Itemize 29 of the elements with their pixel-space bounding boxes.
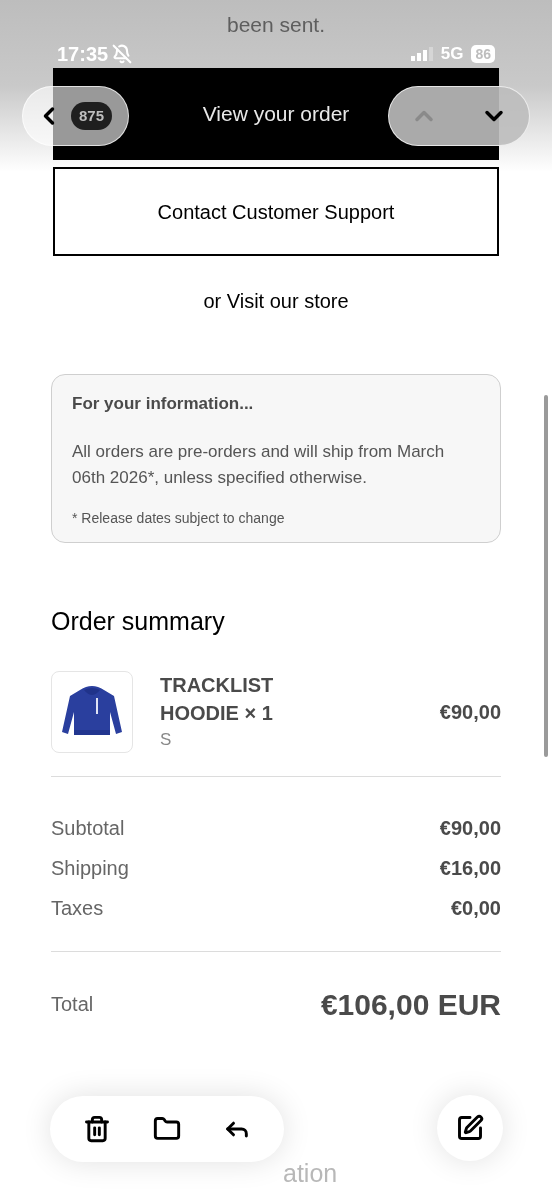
visit-store-link[interactable]: or Visit our store [203, 286, 349, 316]
info-note: * Release dates subject to change [72, 508, 286, 528]
status-time: 17:35 [57, 42, 109, 67]
info-text: All orders are pre-orders and will ship from March 06th 2026*, unless specified otherwise. [72, 440, 446, 489]
folder-icon[interactable] [153, 1115, 181, 1143]
summary-value: €90,00 [439, 815, 501, 841]
product-name: TRACKLIST HOODIE × 1 [160, 672, 275, 726]
network-label: 5G [440, 43, 464, 66]
summary-label: Shipping [51, 855, 129, 881]
signal-icon [410, 47, 433, 61]
compose-icon [456, 1114, 484, 1142]
back-button[interactable]: 875 [22, 86, 129, 146]
total-value: €106,00 EUR [320, 986, 501, 1023]
section-heading: ation [283, 1158, 338, 1187]
bell-off-icon [112, 44, 133, 64]
summary-value: €16,00 [439, 855, 501, 881]
trash-icon[interactable] [83, 1115, 111, 1143]
battery-icon: 86 [471, 45, 495, 63]
background-text: been sent. [226, 11, 326, 38]
summary-label: Taxes [51, 895, 104, 921]
section-heading: Order summary [51, 606, 226, 637]
summary-value: €0,00 [450, 895, 501, 921]
total-label: Total [51, 992, 94, 1017]
product-price: €90,00 [439, 699, 501, 725]
summary-label: Subtotal [51, 815, 125, 841]
page-title: View your order [202, 101, 350, 128]
info-title: For your information... [72, 393, 255, 415]
contact-support-button[interactable]: Contact Customer Support [53, 167, 499, 256]
product-variant: S [160, 728, 173, 751]
